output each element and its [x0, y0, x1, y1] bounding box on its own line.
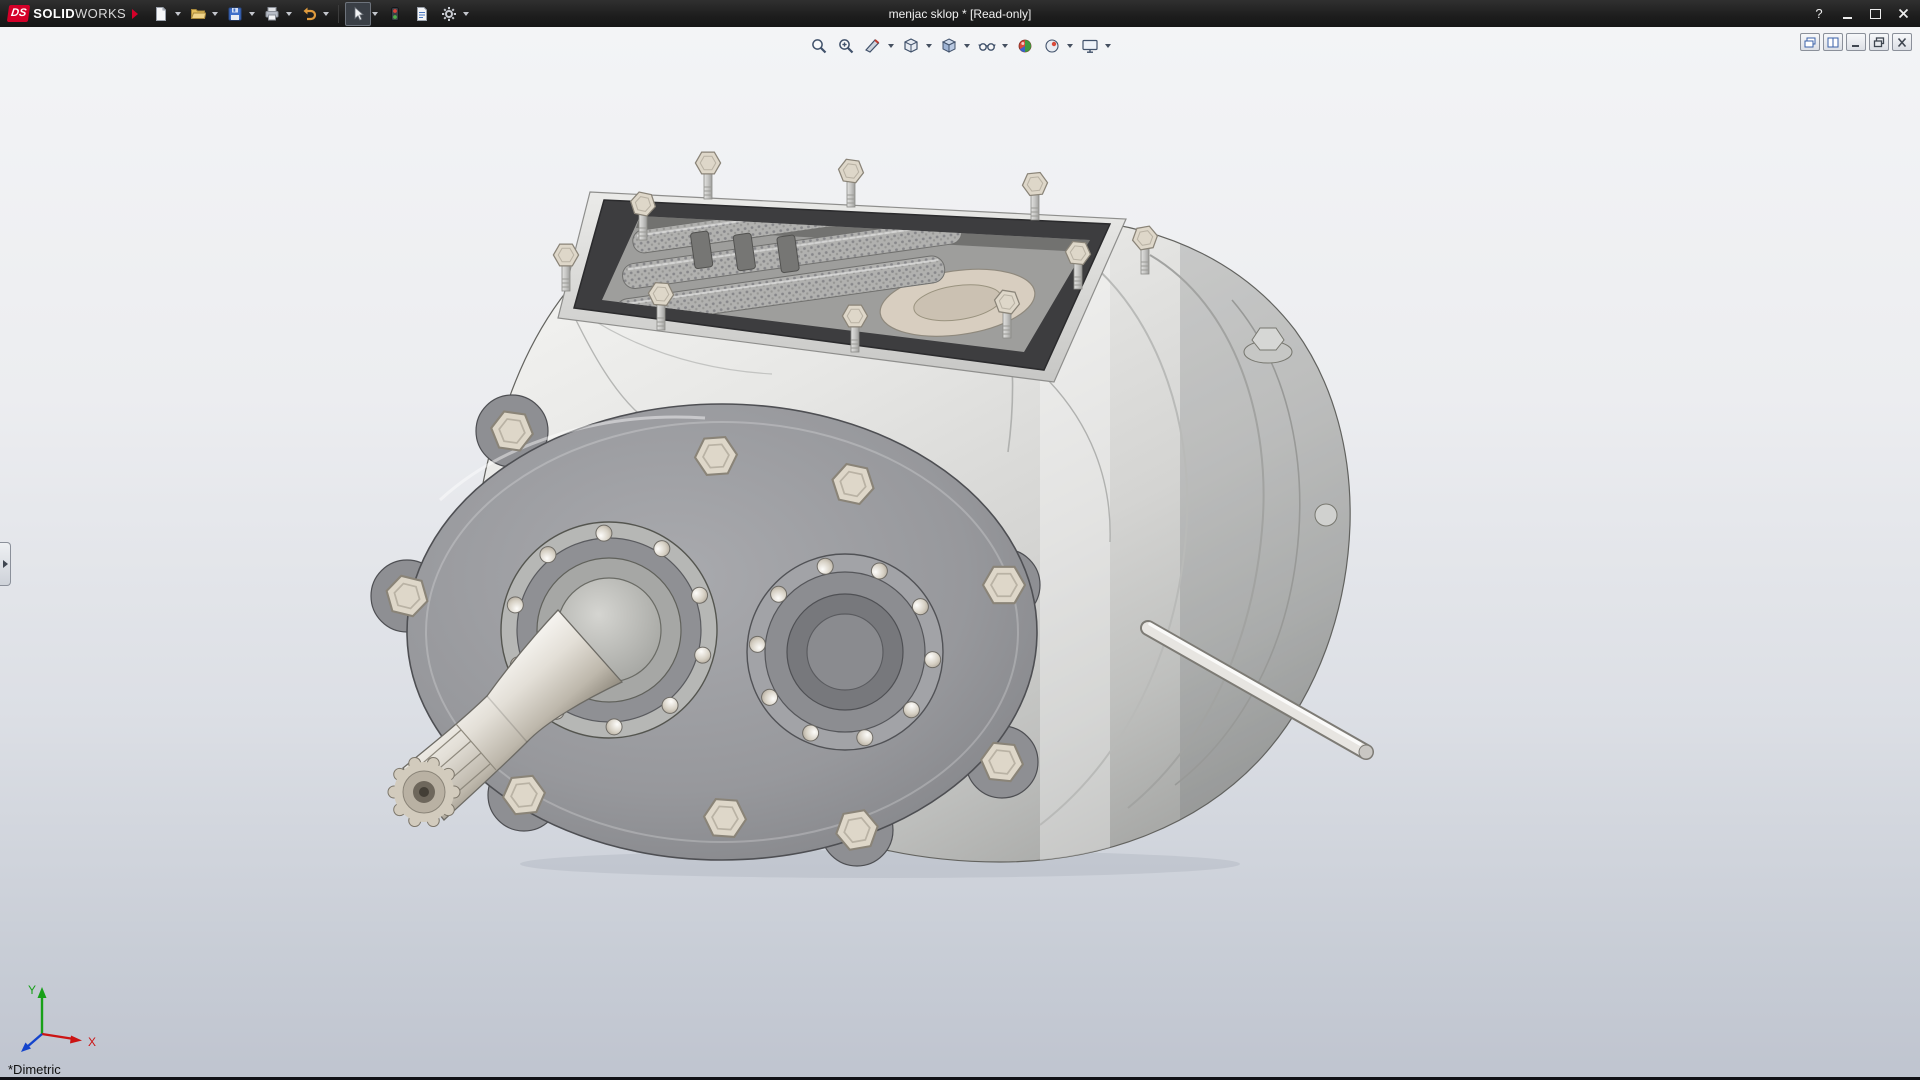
maximize-icon [1870, 9, 1881, 19]
save-icon [227, 6, 243, 22]
help-button[interactable]: ? [1806, 3, 1832, 24]
dassault-logo-icon: DS [7, 5, 31, 22]
display-style-dropdown[interactable] [964, 44, 970, 48]
view-orientation-label: *Dimetric [8, 1062, 61, 1077]
new-document-dropdown[interactable] [175, 12, 181, 16]
tile-windows-button[interactable] [1823, 33, 1843, 51]
select-dropdown[interactable] [372, 12, 378, 16]
open-button[interactable] [185, 2, 211, 26]
options-button[interactable] [436, 2, 462, 26]
section-view-button[interactable] [861, 35, 885, 57]
select-button[interactable] [345, 2, 371, 26]
view-settings-button[interactable] [1078, 35, 1102, 57]
edit-appearance-sphere-icon [1016, 37, 1034, 55]
solidworks-logo: DS SOLIDWORKS [0, 0, 148, 27]
brand-text-bold: SOLID [33, 6, 75, 21]
display-style-icon [940, 37, 958, 55]
file-properties-icon [414, 6, 430, 22]
zoom-to-fit-button[interactable] [807, 35, 831, 57]
open-dropdown[interactable] [212, 12, 218, 16]
y-axis-label: Y [28, 983, 36, 997]
section-view-icon [864, 37, 882, 55]
zoom-to-area-button[interactable] [834, 35, 858, 57]
new-document-icon [153, 6, 169, 22]
select-cursor-icon [350, 6, 366, 22]
graphics-area[interactable]: Y X *Dimetric [0, 27, 1920, 1080]
zoom-to-fit-icon [810, 37, 828, 55]
gearbox-model[interactable] [371, 152, 1373, 878]
apply-scene-button[interactable] [1040, 35, 1064, 57]
flyout-arrow-icon [3, 560, 8, 568]
main-toolbar [148, 0, 472, 27]
toolbar-separator [338, 5, 339, 23]
print-icon [264, 6, 280, 22]
save-button[interactable] [222, 2, 248, 26]
file-properties-button[interactable] [409, 2, 435, 26]
doc-close-button[interactable] [1892, 33, 1912, 51]
cascade-icon [1804, 37, 1816, 48]
model-canvas[interactable] [0, 27, 1920, 1080]
rebuild-icon [387, 6, 403, 22]
view-orientation-dropdown[interactable] [926, 44, 932, 48]
y-axis-arrow [38, 987, 47, 998]
view-orientation-cube-icon [902, 37, 920, 55]
close-icon [1898, 8, 1909, 19]
edit-appearance-button[interactable] [1013, 35, 1037, 57]
x-axis-arrow [70, 1036, 82, 1044]
tile-icon [1827, 37, 1839, 48]
doc-restore-icon [1873, 37, 1885, 48]
window-title: menjac sklop * [Read-only] [889, 7, 1032, 21]
headsup-view-toolbar [801, 33, 1119, 59]
brand-text-light: WORKS [75, 6, 126, 21]
right-bearing[interactable] [747, 554, 943, 750]
document-window-controls [1800, 33, 1912, 51]
display-style-button[interactable] [937, 35, 961, 57]
doc-close-icon [1896, 37, 1908, 48]
hide-show-items-dropdown[interactable] [1002, 44, 1008, 48]
hide-show-items-button[interactable] [975, 35, 999, 57]
options-dropdown[interactable] [463, 12, 469, 16]
print-button[interactable] [259, 2, 285, 26]
maximize-button[interactable] [1862, 3, 1888, 24]
new-document-button[interactable] [148, 2, 174, 26]
section-view-dropdown[interactable] [888, 44, 894, 48]
open-folder-icon [190, 6, 206, 22]
coordinate-triad: Y X [16, 974, 111, 1064]
view-orientation-button[interactable] [899, 35, 923, 57]
title-bar: DS SOLIDWORKS [0, 0, 1920, 27]
print-dropdown[interactable] [286, 12, 292, 16]
rebuild-button[interactable] [382, 2, 408, 26]
undo-icon [301, 6, 317, 22]
minimize-button[interactable] [1834, 3, 1860, 24]
doc-minimize-icon [1850, 37, 1862, 48]
apply-scene-icon [1043, 37, 1061, 55]
doc-minimize-button[interactable] [1846, 33, 1866, 51]
window-controls: ? [1806, 0, 1920, 27]
options-gear-icon [441, 6, 457, 22]
hide-show-glasses-icon [978, 37, 996, 55]
undo-dropdown[interactable] [323, 12, 329, 16]
zoom-to-area-icon [837, 37, 855, 55]
x-axis-label: X [88, 1035, 96, 1049]
cascade-windows-button[interactable] [1800, 33, 1820, 51]
apply-scene-dropdown[interactable] [1067, 44, 1073, 48]
minimize-icon [1843, 17, 1852, 19]
doc-restore-button[interactable] [1869, 33, 1889, 51]
featuremanager-flyout-tab[interactable] [0, 542, 11, 586]
undo-button[interactable] [296, 2, 322, 26]
close-button[interactable] [1890, 3, 1916, 24]
view-settings-dropdown[interactable] [1105, 44, 1111, 48]
brand-chevron-icon [132, 9, 138, 19]
view-settings-icon [1081, 37, 1099, 55]
save-dropdown[interactable] [249, 12, 255, 16]
